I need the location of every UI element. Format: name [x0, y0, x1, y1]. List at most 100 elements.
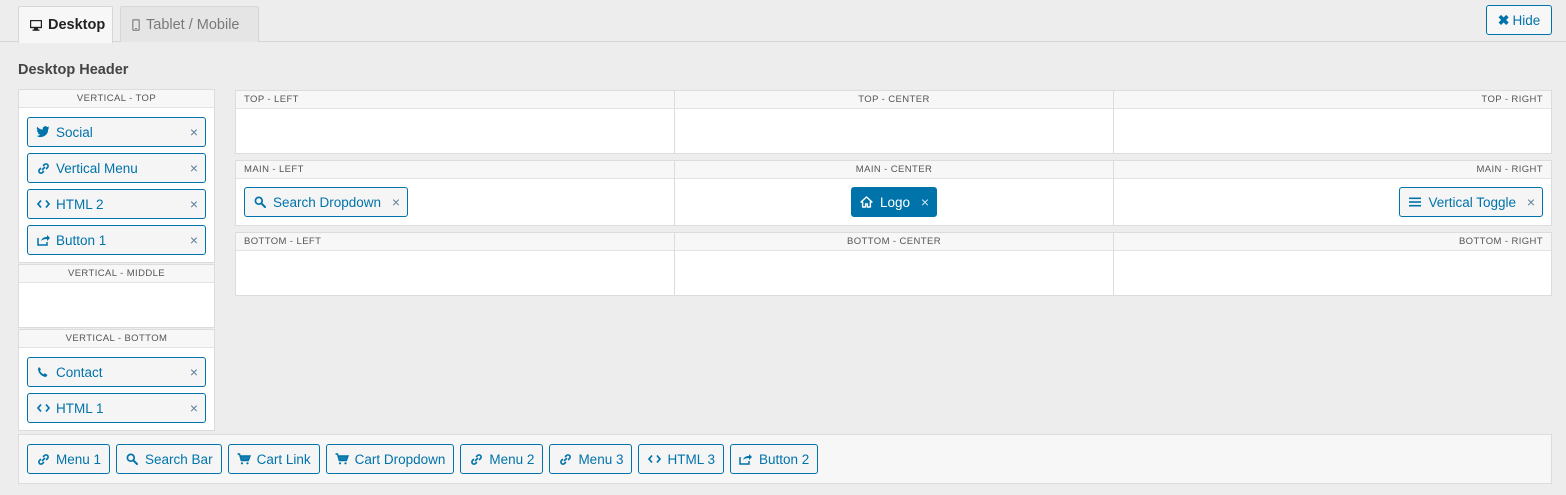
- available-cart-link[interactable]: Cart Link: [227, 444, 320, 474]
- remove-icon[interactable]: ×: [190, 160, 198, 176]
- item-button-1-label: Button 1: [56, 232, 107, 248]
- available-menu-2[interactable]: Menu 2: [460, 444, 544, 474]
- tab-desktop-label: Desktop: [48, 17, 106, 33]
- item-vertical-menu-label: Vertical Menu: [56, 160, 138, 176]
- item-html-2[interactable]: HTML 2 ×: [27, 189, 206, 219]
- remove-icon[interactable]: ×: [1527, 194, 1535, 210]
- available-menu-3[interactable]: Menu 3: [549, 444, 633, 474]
- top-center-area[interactable]: TOP - CENTER: [674, 90, 1114, 154]
- available-search-bar-label: Search Bar: [145, 451, 213, 467]
- available-cart-dropdown[interactable]: Cart Dropdown: [325, 444, 455, 474]
- vertical-column: VERTICAL - TOP Social × Vertical Menu × …: [18, 89, 215, 431]
- available-menu-3-label: Menu 3: [578, 451, 624, 467]
- code-icon: [36, 403, 50, 413]
- item-button-1[interactable]: Button 1 ×: [27, 225, 206, 255]
- link-icon: [36, 453, 50, 466]
- home-icon: [860, 196, 874, 208]
- remove-icon[interactable]: ×: [921, 194, 929, 210]
- item-search-dropdown-label: Search Dropdown: [273, 194, 382, 210]
- main-left-title: MAIN - LEFT: [236, 161, 674, 179]
- link-icon: [558, 453, 572, 466]
- available-html-3[interactable]: HTML 3: [638, 444, 724, 474]
- vertical-top-title: VERTICAL - TOP: [19, 90, 214, 108]
- share-icon: [739, 453, 753, 465]
- available-button-2-label: Button 2: [758, 451, 810, 467]
- item-social-label: Social: [56, 124, 93, 140]
- tab-tablet-mobile[interactable]: Tablet / Mobile: [120, 6, 259, 42]
- item-logo[interactable]: Logo ×: [850, 187, 938, 217]
- hide-button-label: Hide: [1512, 12, 1541, 28]
- available-menu-1[interactable]: Menu 1: [27, 444, 111, 474]
- item-contact-label: Contact: [56, 364, 103, 380]
- remove-icon[interactable]: ×: [190, 124, 198, 140]
- tab-tablet-mobile-label: Tablet / Mobile: [146, 16, 240, 33]
- top-center-title: TOP - CENTER: [675, 91, 1113, 109]
- vertical-top-area: VERTICAL - TOP Social × Vertical Menu × …: [18, 89, 215, 263]
- bottom-left-area[interactable]: BOTTOM - LEFT: [235, 232, 675, 296]
- item-vertical-toggle[interactable]: Vertical Toggle ×: [1399, 187, 1543, 217]
- item-contact[interactable]: Contact ×: [27, 357, 206, 387]
- available-menu-2-label: Menu 2: [489, 451, 535, 467]
- top-right-area[interactable]: TOP - RIGHT: [1113, 90, 1552, 154]
- remove-icon[interactable]: ×: [190, 232, 198, 248]
- available-button-2[interactable]: Button 2: [729, 444, 819, 474]
- phone-icon: [36, 366, 50, 378]
- bottom-center-title: BOTTOM - CENTER: [675, 233, 1113, 251]
- share-icon: [36, 234, 50, 246]
- item-logo-label: Logo: [879, 194, 911, 210]
- bottom-left-title: BOTTOM - LEFT: [236, 233, 674, 251]
- top-left-area[interactable]: TOP - LEFT: [235, 90, 675, 154]
- code-icon: [36, 199, 50, 209]
- available-html-3-label: HTML 3: [667, 451, 715, 467]
- close-icon: ✖: [1497, 11, 1510, 28]
- twitter-icon: [36, 126, 50, 138]
- top-row: TOP - LEFT TOP - CENTER TOP - RIGHT: [235, 90, 1552, 154]
- cart-icon: [335, 453, 349, 465]
- item-social[interactable]: Social ×: [27, 117, 206, 147]
- vertical-bottom-title: VERTICAL - BOTTOM: [19, 330, 214, 348]
- remove-icon[interactable]: ×: [190, 196, 198, 212]
- item-html-1[interactable]: HTML 1 ×: [27, 393, 206, 423]
- menu-icon: [1408, 197, 1422, 207]
- page-title: Desktop Header: [18, 62, 129, 78]
- item-html-2-label: HTML 2: [56, 196, 104, 212]
- search-icon: [125, 453, 139, 465]
- bottom-right-title: BOTTOM - RIGHT: [1114, 233, 1551, 251]
- vertical-middle-area: VERTICAL - MIDDLE: [18, 264, 215, 328]
- desktop-icon: [30, 19, 42, 31]
- available-cart-link-label: Cart Link: [256, 451, 311, 467]
- tab-desktop[interactable]: Desktop: [18, 6, 113, 43]
- available-items-bar: Menu 1 Search Bar Cart Link Cart Dropdow…: [18, 434, 1552, 484]
- remove-icon[interactable]: ×: [190, 400, 198, 416]
- search-icon: [253, 196, 267, 208]
- cart-icon: [237, 453, 251, 465]
- main-right-area[interactable]: MAIN - RIGHT Vertical Toggle ×: [1113, 160, 1552, 226]
- available-cart-dropdown-label: Cart Dropdown: [354, 451, 446, 467]
- mobile-icon: [132, 18, 140, 31]
- bottom-row: BOTTOM - LEFT BOTTOM - CENTER BOTTOM - R…: [235, 232, 1552, 296]
- code-icon: [647, 454, 661, 464]
- item-vertical-toggle-label: Vertical Toggle: [1428, 194, 1516, 210]
- top-right-title: TOP - RIGHT: [1114, 91, 1551, 109]
- item-search-dropdown[interactable]: Search Dropdown ×: [244, 187, 409, 217]
- top-left-title: TOP - LEFT: [236, 91, 674, 109]
- remove-icon[interactable]: ×: [392, 194, 400, 210]
- main-center-title: MAIN - CENTER: [675, 161, 1113, 179]
- bottom-center-area[interactable]: BOTTOM - CENTER: [674, 232, 1114, 296]
- bottom-right-area[interactable]: BOTTOM - RIGHT: [1113, 232, 1552, 296]
- main-center-area[interactable]: MAIN - CENTER Logo ×: [674, 160, 1114, 226]
- vertical-middle-title: VERTICAL - MIDDLE: [19, 265, 214, 283]
- main-right-title: MAIN - RIGHT: [1114, 161, 1551, 179]
- remove-icon[interactable]: ×: [190, 364, 198, 380]
- link-icon: [36, 162, 50, 175]
- view-tabs-bar: Desktop Tablet / Mobile: [0, 0, 1566, 43]
- main-row: MAIN - LEFT Search Dropdown × MAIN - CEN…: [235, 160, 1552, 226]
- vertical-bottom-area: VERTICAL - BOTTOM Contact × HTML 1 ×: [18, 329, 215, 431]
- hide-button[interactable]: ✖ Hide: [1486, 5, 1552, 35]
- link-icon: [469, 453, 483, 466]
- item-vertical-menu[interactable]: Vertical Menu ×: [27, 153, 206, 183]
- available-search-bar[interactable]: Search Bar: [116, 444, 222, 474]
- available-menu-1-label: Menu 1: [56, 451, 102, 467]
- main-left-area[interactable]: MAIN - LEFT Search Dropdown ×: [235, 160, 675, 226]
- item-html-1-label: HTML 1: [56, 400, 104, 416]
